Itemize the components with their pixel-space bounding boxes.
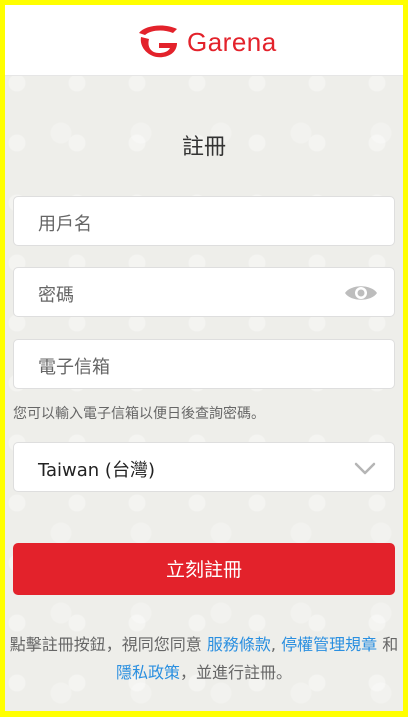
email-hint: 您可以輸入電子信箱以便日後查詢密碼。 [13,406,265,422]
register-button[interactable]: 立刻註冊 [13,543,395,595]
chevron-down-icon [354,462,376,475]
username-field[interactable]: 用戶名 [13,196,395,246]
brand-name: Garena [187,26,277,57]
email-placeholder: 電子信箱 [38,357,110,378]
app-frame: Garena 註冊 用戶名 密碼 電子信箱 您可以輸入電子信箱以便日後查詢密碼。… [5,5,403,711]
garena-logo-icon [139,25,177,58]
terms-separator: , [270,635,276,654]
terms-text: 點擊註冊按鈕，視同您同意 服務條款, 停權管理規章 和 隱私政策，並進行註冊。 [5,631,403,687]
privacy-policy-link[interactable]: 隱私政策 [116,663,180,682]
country-value: Taiwan (台灣) [38,460,155,481]
country-select[interactable]: Taiwan (台灣) [13,442,395,492]
page-title: 註冊 [181,135,226,160]
terms-prefix: 點擊註冊按鈕，視同您同意 [9,635,202,654]
eye-icon[interactable] [344,282,378,304]
suspension-rules-link[interactable]: 停權管理規章 [281,635,377,654]
password-placeholder: 密碼 [38,285,74,306]
terms-and: 和 [382,635,399,654]
password-field[interactable]: 密碼 [13,267,395,317]
terms-suffix: ，並進行註冊。 [180,663,293,682]
header: Garena [5,5,403,76]
email-field[interactable]: 電子信箱 [13,339,395,389]
service-terms-link[interactable]: 服務條款 [207,635,271,654]
garena-logo[interactable]: Garena [131,23,277,61]
username-placeholder: 用戶名 [38,214,92,235]
